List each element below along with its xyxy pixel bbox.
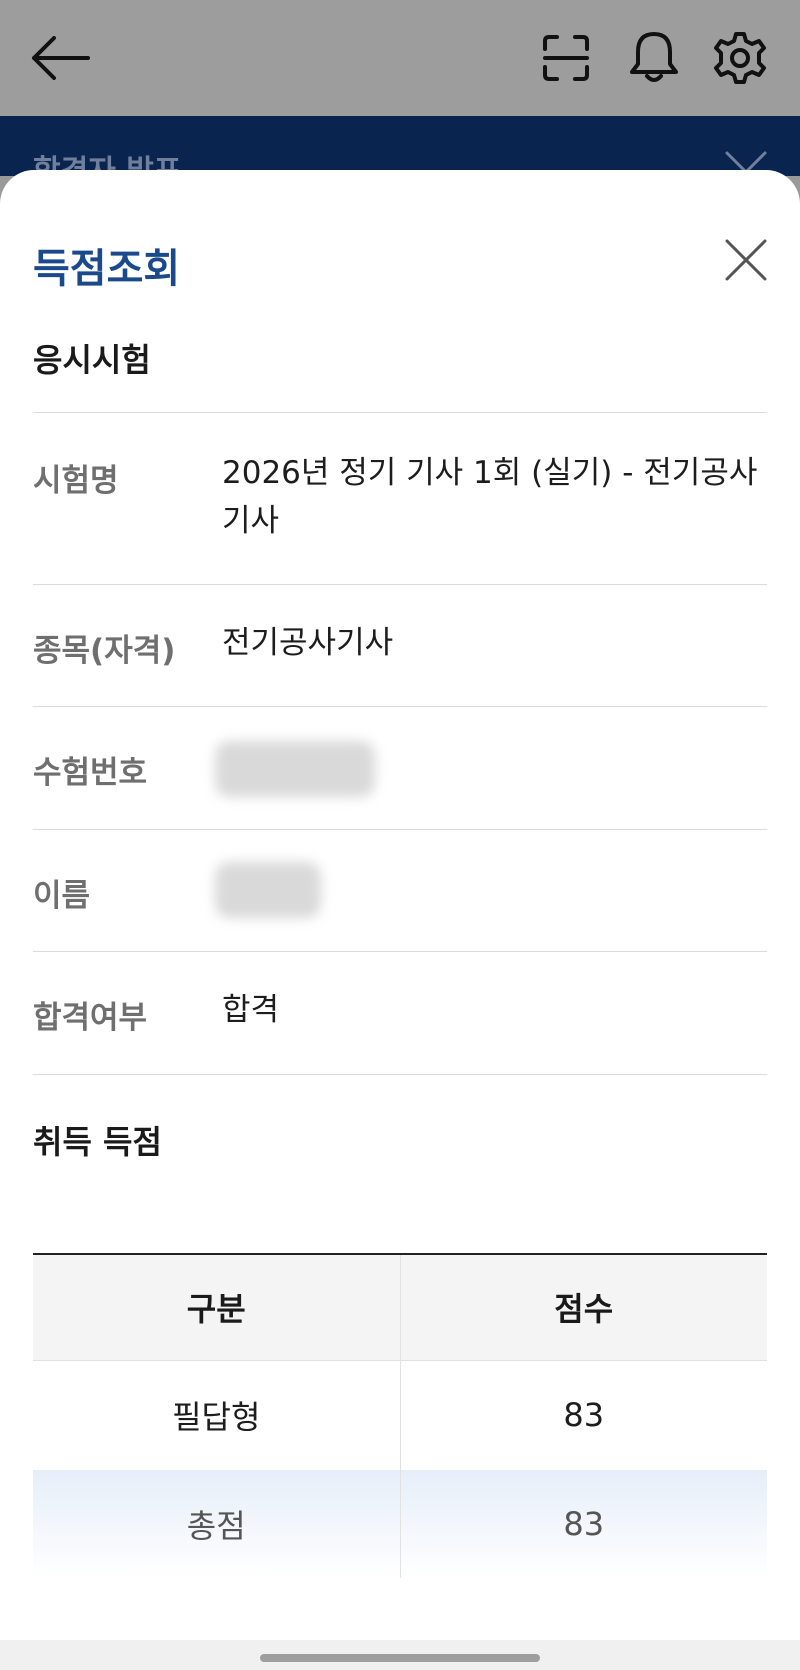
bell-icon[interactable] (624, 26, 684, 88)
home-indicator[interactable] (260, 1654, 540, 1662)
app-top-bar (0, 0, 800, 116)
column-header-score: 점수 (400, 1254, 767, 1361)
cell-category: 필답형 (33, 1360, 401, 1470)
exam-section-title: 응시시험 (33, 341, 151, 379)
pass-status-value: 합격 (222, 992, 280, 1028)
info-row-exam-number: 수험번호 (33, 707, 767, 830)
gear-icon[interactable] (708, 26, 772, 90)
info-value: 전기공사기사 (222, 625, 394, 661)
info-label: 수험번호 (33, 755, 148, 791)
score-inquiry-sheet: 득점조회 응시시험 시험명 2026년 정기 기사 1회 (실기) - 전기공사… (0, 170, 800, 1640)
redacted-exam-number (215, 741, 375, 797)
table-row-total: 총점 83 (33, 1470, 767, 1578)
info-row-exam-name: 시험명 2026년 정기 기사 1회 (실기) - 전기공사기사 (33, 413, 767, 585)
score-section-title: 취득 득점 (33, 1123, 162, 1161)
score-table: 구분 점수 필답형 83 총점 83 (33, 1253, 767, 1578)
info-label: 시험명 (33, 463, 119, 499)
redacted-name (215, 862, 321, 918)
cell-score: 83 (563, 1396, 605, 1435)
cell-score: 83 (400, 1470, 767, 1578)
info-value: 2026년 정기 기사 1회 (실기) - 전기공사기사 (222, 455, 758, 539)
scan-icon[interactable] (536, 28, 596, 88)
info-label: 종목(자격) (33, 633, 176, 669)
info-row-qualification: 종목(자격) 전기공사기사 (33, 585, 767, 707)
back-arrow-icon[interactable] (26, 28, 96, 88)
close-icon[interactable] (724, 238, 768, 282)
info-label: 합격여부 (33, 1000, 148, 1036)
info-row-name: 이름 (33, 830, 767, 952)
info-row-pass-status: 합격여부 합격 (33, 952, 767, 1075)
info-label: 이름 (33, 878, 91, 914)
exam-info-list: 시험명 2026년 정기 기사 1회 (실기) - 전기공사기사 종목(자격) … (33, 412, 767, 1075)
sheet-title: 득점조회 (33, 246, 181, 292)
table-row: 필답형 83 (33, 1360, 767, 1470)
cell-category: 총점 (33, 1470, 401, 1578)
table-header-row: 구분 점수 (33, 1254, 767, 1361)
system-nav-bar (0, 1640, 800, 1670)
column-header-category: 구분 (33, 1254, 401, 1361)
result-banner: 합격자 발표 (0, 116, 800, 193)
